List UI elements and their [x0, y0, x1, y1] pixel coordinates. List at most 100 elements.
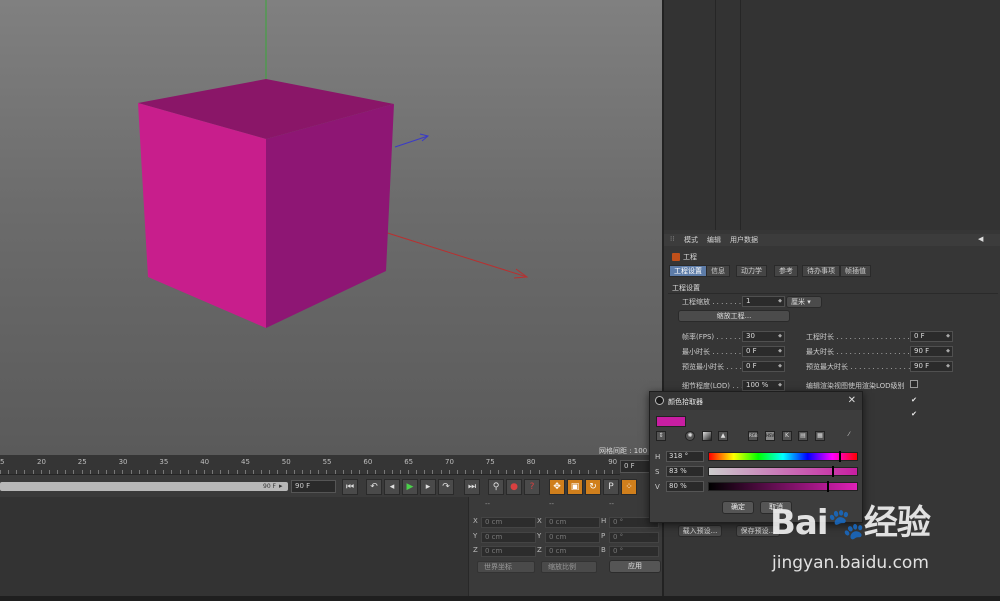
move-key-icon[interactable]: ✥: [549, 479, 565, 495]
lod-field[interactable]: 100 % ◆: [742, 380, 785, 391]
record-button[interactable]: ●: [506, 479, 522, 495]
color-wheel-icon[interactable]: ✺: [685, 431, 695, 441]
preview-range-slider[interactable]: 90 F: [0, 482, 288, 491]
scale-mode-dropdown[interactable]: 缩放比例: [541, 561, 597, 573]
fps-field[interactable]: 30 ◆: [742, 331, 785, 342]
spinner-icon[interactable]: ◆: [778, 332, 782, 341]
previous-frame-button[interactable]: ◂: [384, 479, 400, 495]
size-x-field[interactable]: 0 cm: [545, 517, 600, 528]
auto-key-button[interactable]: ?: [524, 479, 540, 495]
value-field[interactable]: 80 %: [666, 481, 704, 492]
project-time-field[interactable]: 0 F ◆: [910, 331, 953, 342]
tab-reference[interactable]: 参考: [774, 265, 798, 277]
end-frame-field[interactable]: 90 F: [291, 480, 336, 493]
kelvin-icon[interactable]: K: [782, 431, 792, 441]
preview-min-field[interactable]: 0 F ◆: [742, 361, 785, 372]
next-key-button[interactable]: ↷: [438, 479, 454, 495]
current-frame-field[interactable]: 0 F: [620, 460, 650, 473]
scale-key-icon[interactable]: ▣: [567, 479, 583, 495]
go-to-start-button[interactable]: ⏮: [342, 479, 358, 495]
value-slider[interactable]: [708, 482, 858, 491]
spinner-icon[interactable]: ◆: [946, 362, 950, 371]
size-z-field[interactable]: 0 cm: [545, 546, 600, 557]
render-lod-checkbox[interactable]: [910, 380, 918, 388]
h-label: H: [601, 517, 607, 525]
spinner-icon[interactable]: ◆: [778, 381, 782, 390]
timeline-ruler[interactable]: 5 20 25 30 35 40 45 50 55 60 65 70 75 80 85 90: [0, 455, 620, 475]
scale-field[interactable]: 1 ◆: [742, 296, 785, 307]
checkmark-icon[interactable]: ✔: [910, 397, 918, 405]
tab-project-settings[interactable]: 工程设置: [669, 265, 707, 277]
value-slider-handle[interactable]: [827, 481, 829, 492]
spinner-icon[interactable]: ◆: [778, 362, 782, 371]
object-manager[interactable]: [662, 0, 1000, 230]
tab-info[interactable]: 信息: [706, 265, 730, 277]
go-to-end-button[interactable]: ⏭: [464, 479, 480, 495]
ok-button[interactable]: 确定: [722, 501, 754, 514]
rgb-mode-icon[interactable]: RGB: [748, 431, 758, 441]
ruler-tick: [130, 470, 132, 474]
next-frame-button[interactable]: ▸: [420, 479, 436, 495]
picker-title-bar[interactable]: 颜色拾取器 ✕: [650, 392, 862, 410]
ruler-tick: [204, 470, 205, 474]
value-label: V: [655, 483, 660, 491]
coordinate-manager: -- -- -- X 0 cm X 0 cm H 0 ° Y 0 cm Y 0 …: [0, 497, 662, 601]
cube-right-face[interactable]: [266, 104, 394, 328]
size-y-field[interactable]: 0 cm: [545, 532, 600, 543]
image-icon[interactable]: ▲: [718, 431, 728, 441]
tab-todo[interactable]: 待办事项: [802, 265, 840, 277]
mixer-icon[interactable]: ▤: [798, 431, 808, 441]
unit-dropdown[interactable]: 厘米 ▾: [786, 296, 822, 308]
spectrum-icon[interactable]: [702, 431, 712, 441]
min-time-field[interactable]: 0 F ◆: [742, 346, 785, 357]
hsv-mode-icon[interactable]: HSV: [765, 431, 775, 441]
eyedropper-mode-icon[interactable]: ⇕: [656, 431, 666, 441]
picker-title: 颜色拾取器: [668, 398, 703, 406]
tab-dynamics[interactable]: 动力学: [736, 265, 767, 277]
parameter-key-icon[interactable]: P: [603, 479, 619, 495]
max-time-field[interactable]: 90 F ◆: [910, 346, 953, 357]
menu-mode[interactable]: 模式: [684, 235, 698, 245]
spinner-icon[interactable]: ◆: [778, 297, 782, 306]
saturation-slider[interactable]: [708, 467, 858, 476]
coord-mode-dropdown[interactable]: 世界坐标: [477, 561, 535, 573]
spinner-icon[interactable]: ◆: [946, 332, 950, 341]
hue-slider-handle[interactable]: [839, 451, 842, 462]
hue-slider[interactable]: [708, 452, 858, 461]
cube-left-face[interactable]: [138, 103, 266, 328]
3d-viewport[interactable]: 网格间距 : 100 cm: [0, 0, 662, 455]
scale-project-button[interactable]: 缩放工程...: [678, 310, 790, 322]
pipette-icon[interactable]: ⁄: [844, 431, 854, 441]
apply-button[interactable]: 应用: [609, 560, 661, 573]
ruler-tick: [546, 470, 548, 474]
preview-max-field[interactable]: 90 F ◆: [910, 361, 953, 372]
pos-z-field[interactable]: 0 cm: [481, 546, 536, 557]
ruler-tick: [179, 470, 181, 474]
scene-canvas[interactable]: [0, 0, 662, 455]
back-arrow-icon[interactable]: ◀: [978, 235, 983, 243]
color-swatch[interactable]: [656, 416, 686, 427]
rot-b-field[interactable]: 0 °: [609, 546, 659, 557]
play-button[interactable]: ▶: [402, 479, 418, 495]
close-icon[interactable]: ✕: [848, 395, 856, 406]
saturation-field[interactable]: 83 %: [666, 466, 704, 477]
link-icon[interactable]: ⚲: [488, 479, 504, 495]
menu-userdata[interactable]: 用户数据: [730, 235, 758, 245]
timeline[interactable]: 5 20 25 30 35 40 45 50 55 60 65 70 75 80 85 90 0 F 90 F…: [0, 455, 662, 497]
spinner-icon[interactable]: ◆: [946, 347, 950, 356]
rot-p-field[interactable]: 0 °: [609, 532, 659, 543]
checkmark-icon[interactable]: ✔: [910, 411, 918, 419]
spinner-icon[interactable]: ◆: [778, 347, 782, 356]
rotate-key-icon[interactable]: ↻: [585, 479, 601, 495]
saturation-slider-handle[interactable]: [831, 466, 834, 477]
point-level-icon[interactable]: ⁘: [621, 479, 637, 495]
tab-frame-interp[interactable]: 帧插值: [840, 265, 871, 277]
menu-edit[interactable]: 编辑: [707, 235, 721, 245]
previous-key-button[interactable]: ↶: [366, 479, 382, 495]
load-preset-button[interactable]: 载入预设...: [678, 525, 722, 537]
hue-field[interactable]: 318 °: [666, 451, 704, 462]
pos-x-field[interactable]: 0 cm: [481, 517, 536, 528]
pos-y-field[interactable]: 0 cm: [481, 532, 536, 543]
swatches-icon[interactable]: ▦: [815, 431, 825, 441]
preview-max-label: 预览最大时长 . . . . . . . . . . . . . . . .: [806, 363, 920, 371]
